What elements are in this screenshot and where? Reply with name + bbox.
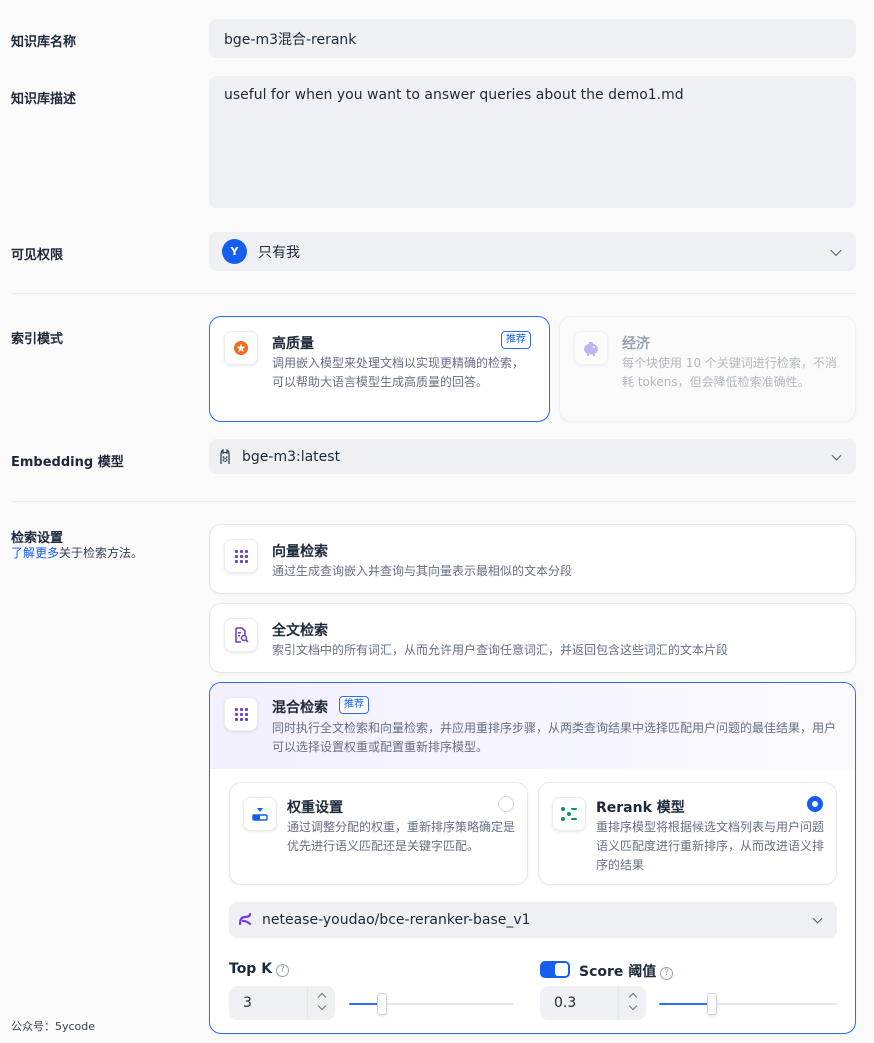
recommend-badge: 推荐 <box>339 696 369 714</box>
help-icon[interactable]: ? <box>276 964 290 977</box>
top-k-text: Top K <box>229 961 273 977</box>
document-search-icon <box>224 618 258 652</box>
llama-icon <box>218 448 232 469</box>
slider-thumb[interactable] <box>377 993 387 1015</box>
score-label: Score 阈值? <box>579 961 674 981</box>
divider <box>11 501 856 502</box>
name-input[interactable]: bge-m3混合-rerank <box>209 19 856 58</box>
avatar: Y <box>222 239 247 264</box>
retrieval-fulltext[interactable]: 全文检索 索引文档中的所有词汇，从而允许用户查询任意词汇，并返回包含这些词汇的文… <box>209 603 856 673</box>
score-toggle[interactable] <box>540 961 570 978</box>
hybrid-title: 混合检索 <box>272 700 328 716</box>
learn-more-suffix: 关于检索方法。 <box>59 546 144 560</box>
economy-title: 经济 <box>622 336 650 352</box>
divider <box>11 293 856 294</box>
name-value: bge-m3混合-rerank <box>224 31 357 48</box>
retrieval-help: 了解更多关于检索方法。 <box>11 544 143 561</box>
vector-desc: 通过生成查询嵌入并查询与其向量表示最相似的文本分段 <box>272 564 573 578</box>
top-k-stepper[interactable] <box>307 986 335 1020</box>
permission-label: 可见权限 <box>11 248 64 263</box>
retrieval-vector[interactable]: 向量检索 通过生成查询嵌入并查询与其向量表示最相似的文本分段 <box>209 524 856 594</box>
chevron-up-icon[interactable] <box>317 992 327 1002</box>
permission-select[interactable]: Y 只有我 <box>209 232 856 271</box>
top-k-label: Top K? <box>229 961 290 977</box>
slider-thumb[interactable] <box>707 993 717 1015</box>
score-text: Score 阈值 <box>579 964 657 980</box>
embedding-select[interactable]: bge-m3:latest <box>209 439 856 474</box>
weight-setting-option[interactable]: 权重设置 通过调整分配的权重，重新排序策略确定是优先进行语义匹配还是关键字匹配。 <box>229 782 528 885</box>
rerank-title: Rerank 模型 <box>596 800 685 816</box>
weight-title: 权重设置 <box>287 800 343 816</box>
rerank-model-value: netease-youdao/bce-reranker-base_v1 <box>262 912 531 928</box>
fulltext-desc: 索引文档中的所有词汇，从而允许用户查询任意词汇，并返回包含这些词汇的文本片段 <box>272 643 729 657</box>
chevron-down-icon <box>812 913 823 924</box>
slider-fill <box>659 1003 712 1005</box>
description-label: 知识库描述 <box>11 92 77 107</box>
chevron-down-icon[interactable] <box>317 1001 327 1011</box>
embedding-value: bge-m3:latest <box>242 448 341 465</box>
description-value: useful for when you want to answer queri… <box>224 87 684 103</box>
top-k-input[interactable]: 3 <box>229 986 335 1020</box>
hybrid-desc: 同时执行全文检索和向量检索，并应用重排序步骤，从两类查询结果中选择匹配用户问题的… <box>272 721 837 754</box>
chevron-down-icon <box>830 244 842 256</box>
retrieval-hybrid[interactable]: 混合检索 推荐 同时执行全文检索和向量检索，并应用重排序步骤，从两类查询结果中选… <box>209 682 856 1034</box>
balance-icon <box>243 797 277 831</box>
chevron-up-icon[interactable] <box>628 992 638 1002</box>
score-slider[interactable] <box>659 993 837 1015</box>
model-provider-icon <box>237 911 253 931</box>
vector-title: 向量检索 <box>272 544 328 560</box>
index-mode-label: 索引模式 <box>11 332 64 347</box>
high-quality-title: 高质量 <box>272 336 314 352</box>
recommend-badge: 推荐 <box>501 331 531 349</box>
rerank-desc: 重排序模型将根据候选文档列表与用户问题语义匹配度进行重新排序，从而改进语义排序的… <box>596 820 825 872</box>
index-mode-economy[interactable]: 经济 每个块使用 10 个关键词进行检索，不消耗 tokens，但会降低检索准确… <box>559 316 856 422</box>
learn-more-link[interactable]: 了解更多 <box>11 546 59 560</box>
top-k-value: 3 <box>243 995 252 1011</box>
name-label: 知识库名称 <box>11 35 77 50</box>
score-stepper[interactable] <box>618 986 646 1020</box>
high-quality-desc: 调用嵌入模型来处理文档以实现更精确的检索，可以帮助大语言模型生成高质量的回答。 <box>272 356 525 389</box>
top-k-slider[interactable] <box>349 993 513 1015</box>
permission-value: 只有我 <box>258 244 300 261</box>
chevron-down-icon <box>831 450 842 461</box>
hybrid-grid-icon <box>224 697 258 731</box>
weight-radio[interactable] <box>498 796 514 812</box>
chevron-down-icon[interactable] <box>628 1001 638 1011</box>
economy-desc: 每个块使用 10 个关键词进行检索，不消耗 tokens，但会降低检索准确性。 <box>622 356 837 389</box>
help-icon[interactable]: ? <box>660 967 674 980</box>
embedding-label: Embedding 模型 <box>11 455 124 470</box>
vector-grid-icon <box>224 539 258 573</box>
fulltext-title: 全文检索 <box>272 623 328 639</box>
rerank-icon <box>552 797 586 831</box>
star-icon <box>224 331 258 365</box>
score-value: 0.3 <box>554 995 577 1011</box>
rerank-option[interactable]: Rerank 模型 重排序模型将根据候选文档列表与用户问题语义匹配度进行重新排序… <box>538 782 837 885</box>
piggy-bank-icon <box>574 331 608 365</box>
index-mode-high-quality[interactable]: 高质量 推荐 调用嵌入模型来处理文档以实现更精确的检索，可以帮助大语言模型生成高… <box>209 316 550 422</box>
rerank-radio[interactable] <box>807 796 823 812</box>
description-textarea[interactable]: useful for when you want to answer queri… <box>209 76 856 208</box>
score-input[interactable]: 0.3 <box>540 986 646 1020</box>
weight-desc: 通过调整分配的权重，重新排序策略确定是优先进行语义匹配还是关键字匹配。 <box>287 820 516 853</box>
rerank-model-select[interactable]: netease-youdao/bce-reranker-base_v1 <box>229 902 837 938</box>
watermark: 公众号：5ycode <box>11 1020 96 1033</box>
